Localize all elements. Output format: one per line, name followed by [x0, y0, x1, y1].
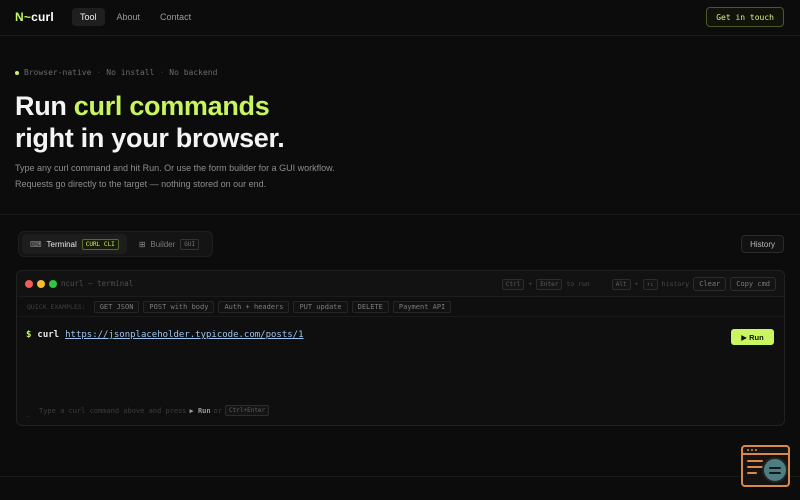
quick-examples-label: QUICK EXAMPLES: — [27, 302, 86, 311]
widget-titlebar — [743, 447, 788, 455]
hero-tagline: Browser-native · No install · No backend — [15, 68, 217, 77]
hero-desc-line1: Type any curl command and hit Run. Or us… — [15, 163, 335, 173]
example-auth-headers[interactable]: Auth + headers — [218, 300, 290, 313]
window-controls — [25, 280, 57, 288]
example-post-body[interactable]: POST with body — [143, 300, 215, 313]
widget-lines — [747, 460, 763, 478]
tab-terminal-label: Terminal — [46, 239, 77, 249]
hero-title-line2: right in your browser. — [15, 123, 285, 153]
hero-title-accent: curl commands — [73, 91, 270, 121]
logo[interactable]: N~curl — [15, 10, 54, 24]
close-dot-icon — [25, 280, 33, 288]
example-payment-api[interactable]: Payment API — [392, 300, 452, 313]
tag-no-install: No install — [106, 68, 155, 77]
terminal-shortcuts: Ctrl + Enter to run Alt + ↑↓ history Cle… — [501, 277, 776, 291]
command-input[interactable]: $ curl https://jsonplaceholder.typicode.… — [26, 330, 304, 340]
keyboard-icon: ⌨ — [30, 239, 42, 249]
logo-name: curl — [31, 10, 54, 24]
grid-icon: ⊞ — [138, 239, 146, 249]
logo-prefix: N — [15, 10, 24, 24]
get-in-touch-button[interactable]: Get in touch — [706, 7, 784, 27]
hero-description: Type any curl command and hit Run. Or us… — [15, 160, 435, 192]
command-url[interactable]: https://jsonplaceholder.typicode.com/pos… — [65, 330, 303, 340]
terminal-title: ncurl — terminal — [61, 279, 134, 288]
tab-terminal[interactable]: ⌨ Terminal CURL CLI — [22, 234, 127, 254]
kbd-plus: + — [528, 280, 533, 288]
copy-cmd-button[interactable]: Copy cmd — [730, 277, 776, 291]
terminal-header: ncurl — terminal Ctrl + Enter to run Alt… — [17, 271, 784, 297]
tag-separator: · — [159, 68, 165, 77]
tag-separator: · — [96, 68, 102, 77]
footer-divider — [0, 476, 800, 477]
tag-browser-native: Browser-native — [24, 68, 92, 77]
hero-desc-line2: Requests go directly to the target — not… — [15, 179, 267, 189]
nav-link-contact[interactable]: Contact — [152, 8, 199, 26]
shortcut-run-label: to run — [566, 280, 590, 288]
top-navbar: N~curl Tool About Contact Get in touch — [0, 0, 800, 36]
quick-examples-bar: QUICK EXAMPLES: GET JSON POST with body … — [17, 297, 784, 317]
logo-symbol: ~ — [23, 10, 32, 24]
hint-key: Ctrl+Enter — [225, 405, 270, 416]
prompt-symbol: $ — [26, 330, 32, 340]
hint-text: Type a curl command above and press — [39, 406, 187, 415]
nav-links: Tool About Contact — [72, 8, 199, 26]
hero-title: Run curl commands right in your browser. — [15, 90, 285, 154]
clear-button[interactable]: Clear — [693, 277, 727, 291]
hint-run: ▶ Run — [189, 406, 211, 415]
terminal-panel: ncurl — terminal Ctrl + Enter to run Alt… — [16, 270, 785, 426]
tag-no-backend: No backend — [169, 68, 218, 77]
kbd-alt: Alt — [611, 278, 631, 290]
tab-builder-label: Builder — [150, 239, 176, 249]
example-get-json[interactable]: GET JSON — [93, 300, 140, 313]
run-button[interactable]: ▶ Run — [731, 329, 774, 345]
nav-link-tool[interactable]: Tool — [72, 8, 105, 26]
kbd-arrows: ↑↓ — [642, 278, 658, 290]
tab-builder[interactable]: ⊞ Builder GUI — [131, 234, 207, 254]
example-put-update[interactable]: PUT update — [293, 300, 348, 313]
widget-dots — [747, 449, 757, 451]
tab-builder-badge: GUI — [180, 238, 200, 250]
kbd-enter: Enter — [536, 278, 563, 290]
tab-terminal-badge: CURL CLI — [81, 238, 119, 250]
magnifier-icon[interactable] — [762, 457, 788, 483]
command-keyword: curl — [37, 330, 60, 340]
section-divider — [0, 214, 800, 215]
minimize-dot-icon — [37, 280, 45, 288]
maximize-dot-icon — [49, 280, 57, 288]
hero-title-part1: Run — [15, 91, 74, 121]
shortcut-history-label: history — [661, 280, 690, 288]
hint-or: or — [213, 406, 223, 415]
kbd-plus: + — [634, 280, 639, 288]
nav-link-about[interactable]: About — [109, 8, 149, 26]
kbd-ctrl: Ctrl — [501, 278, 525, 290]
history-button[interactable]: History — [741, 235, 784, 253]
empty-output-hint: Type a curl command above and press ▶ Ru… — [39, 405, 270, 416]
example-delete[interactable]: DELETE — [351, 300, 389, 313]
cursor-marker: _ — [26, 409, 31, 417]
mode-tabs: ⌨ Terminal CURL CLI ⊞ Builder GUI — [18, 231, 213, 257]
status-dot-icon — [15, 70, 19, 75]
